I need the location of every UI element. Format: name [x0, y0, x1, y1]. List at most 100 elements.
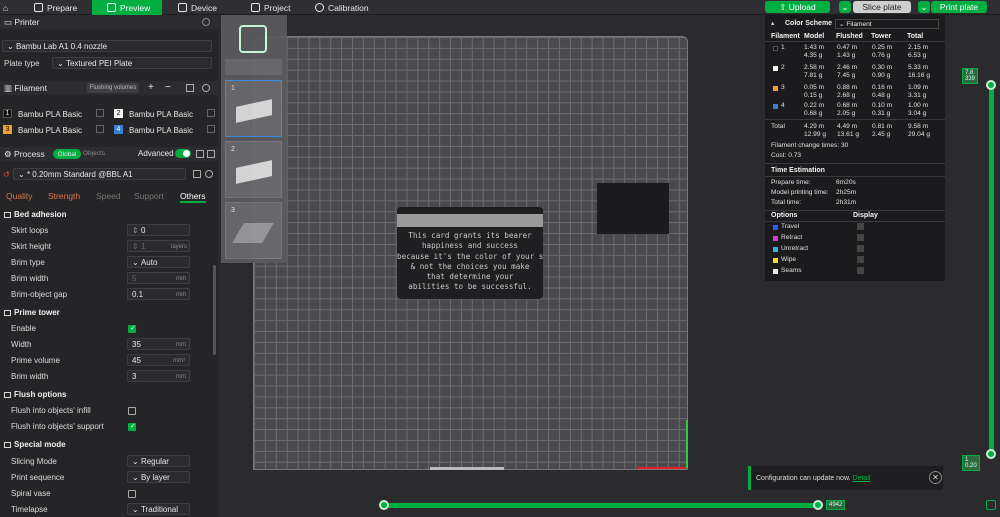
notification-detail-link[interactable]: Detail [853, 475, 871, 482]
notification-text: Configuration can update now. [756, 474, 851, 482]
retract-swatch [773, 236, 778, 241]
layers-menu-icon[interactable] [986, 500, 996, 510]
plate-overview-icon[interactable] [239, 25, 267, 53]
advanced-toggle[interactable] [175, 149, 191, 158]
move-slider-right-handle[interactable] [813, 500, 823, 510]
tab-speed[interactable]: Speed [96, 191, 121, 201]
move-slider-left-handle[interactable] [379, 500, 389, 510]
color-scheme-select[interactable]: ⌄ Filament [835, 19, 939, 29]
slice-plate-button[interactable]: Slice plate [853, 1, 911, 13]
plate-thumb-3[interactable]: 3 [225, 202, 282, 259]
divider [765, 210, 945, 211]
flushing-volumes-button[interactable]: Flushing volumes [87, 83, 139, 93]
brim-type-select[interactable]: ⌄ Auto [127, 256, 190, 268]
printer-settings-icon[interactable] [202, 18, 210, 26]
travel-display-checkbox[interactable] [857, 223, 864, 230]
divider [765, 119, 945, 120]
tower-icon [4, 309, 11, 316]
sync-filament-icon[interactable] [186, 84, 194, 92]
collapse-icon[interactable]: ▴ [771, 19, 774, 27]
spiral-vase-checkbox[interactable] [128, 490, 136, 498]
compare-icon[interactable] [196, 150, 204, 158]
tab-device[interactable]: Device [178, 0, 238, 15]
edit-filament-icon[interactable] [96, 125, 104, 133]
edit-filament-icon[interactable] [207, 125, 215, 133]
prime-tower-enable-checkbox[interactable] [128, 324, 136, 333]
filament-slot-2-color[interactable]: 2 [114, 109, 123, 118]
sidebar-scrollbar[interactable] [213, 265, 216, 355]
move-slider[interactable] [382, 503, 820, 508]
process-preset-select[interactable]: ⌄ * 0.20mm Standard @BBL A1 [13, 168, 186, 180]
plate-thumb-2[interactable]: 2 [225, 141, 282, 198]
tab-strength[interactable]: Strength [48, 191, 80, 201]
tab-project[interactable]: Project [251, 0, 311, 15]
plate-thumb-1[interactable]: 1 [225, 80, 282, 137]
process-settings-icon[interactable] [207, 150, 215, 158]
chevron-down-icon: ⌄ [132, 472, 141, 482]
filament-slot-4-color[interactable]: 4 [114, 125, 123, 134]
layer-bottom-tag: 1 0.20 [962, 455, 980, 471]
seams-display-checkbox[interactable] [857, 267, 864, 274]
edit-filament-icon[interactable] [96, 109, 104, 117]
objects-toggle[interactable]: Objects [83, 150, 105, 157]
edit-filament-icon[interactable] [207, 109, 215, 117]
filament-slot-3-color[interactable]: 3 [3, 125, 12, 134]
stat-value: 6.53 g [908, 52, 927, 59]
filament-change-times: Filament change times: 30 [771, 142, 849, 149]
filament-settings-icon[interactable] [202, 84, 210, 92]
flush-infill-checkbox[interactable] [128, 407, 136, 415]
stat-value: 0.25 m [872, 44, 893, 51]
tab-quality[interactable]: Quality [6, 191, 32, 201]
skirt-loops-input[interactable]: ⇕ 0 [127, 224, 190, 236]
search-icon[interactable] [205, 170, 213, 178]
plate-type-select[interactable]: ⌄ Textured PEI Plate [52, 57, 212, 69]
col-flushed: Flushed [836, 33, 863, 40]
global-toggle[interactable]: Global [53, 149, 81, 159]
prime-brim-width-label: Brim width [11, 372, 49, 381]
printer-select[interactable]: ⌄ Bambu Lab A1 0.4 nozzle [2, 40, 212, 52]
home-icon[interactable]: ⌂ [3, 0, 15, 15]
print-plate-button[interactable]: Print plate [931, 1, 987, 13]
tab-preview[interactable]: Preview [92, 0, 162, 15]
tab-calibration[interactable]: Calibration [315, 0, 385, 15]
retract-display-checkbox[interactable] [857, 234, 864, 241]
reset-icon[interactable]: ↺ [3, 170, 10, 179]
prime-tower-model[interactable] [597, 183, 669, 234]
chevron-down-icon: ⌄ [57, 58, 66, 68]
filament-slot-4[interactable]: Bambu PLA Basic [125, 124, 205, 136]
stat-value: 4.35 g [804, 52, 823, 59]
travel-swatch [773, 225, 778, 230]
display-header: Display [853, 212, 878, 219]
prepare-time-label: Prepare time: [771, 179, 811, 186]
timelapse-select[interactable]: ⌄ Traditional [127, 503, 190, 515]
tab-support[interactable]: Support [134, 191, 164, 201]
close-icon[interactable]: ✕ [929, 471, 942, 484]
layer-slider-bottom-handle[interactable] [986, 449, 996, 459]
stat-value: 2.68 g [837, 92, 856, 99]
upload-button[interactable]: ⇧ Upload [765, 1, 830, 13]
filament-slot-1-color[interactable]: 1 [3, 109, 12, 118]
remove-filament-icon[interactable]: − [165, 82, 171, 93]
spiral-vase-label: Spiral vase [11, 489, 51, 498]
unretract-display-checkbox[interactable] [857, 245, 864, 252]
print-dropdown-button[interactable]: ⌄ [918, 1, 930, 13]
time-estimation-header: Time Estimation [771, 167, 825, 174]
slice-dropdown-button[interactable]: ⌄ [839, 1, 851, 13]
option-wipe: Wipe [781, 256, 797, 263]
filament-slot-3[interactable]: Bambu PLA Basic [14, 124, 94, 136]
filament-slot-2[interactable]: Bambu PLA Basic [125, 108, 205, 120]
add-filament-icon[interactable]: + [148, 82, 154, 93]
sliced-card-model[interactable]: This card grants its bearer happiness and… [397, 207, 543, 299]
flush-support-checkbox[interactable] [128, 422, 136, 431]
stat-value: 0.76 g [872, 52, 891, 59]
tab-prepare[interactable]: Prepare [22, 0, 88, 15]
filament-slot-1[interactable]: Bambu PLA Basic [14, 108, 94, 120]
layer-slider[interactable] [989, 84, 994, 456]
layer-slider-top-handle[interactable] [986, 80, 996, 90]
wipe-swatch [773, 258, 778, 263]
print-sequence-select[interactable]: ⌄ By layer [127, 471, 190, 483]
save-preset-icon[interactable] [193, 170, 201, 178]
slicing-mode-select[interactable]: ⌄ Regular [127, 455, 190, 467]
tab-others[interactable]: Others [180, 191, 206, 203]
wipe-display-checkbox[interactable] [857, 256, 864, 263]
